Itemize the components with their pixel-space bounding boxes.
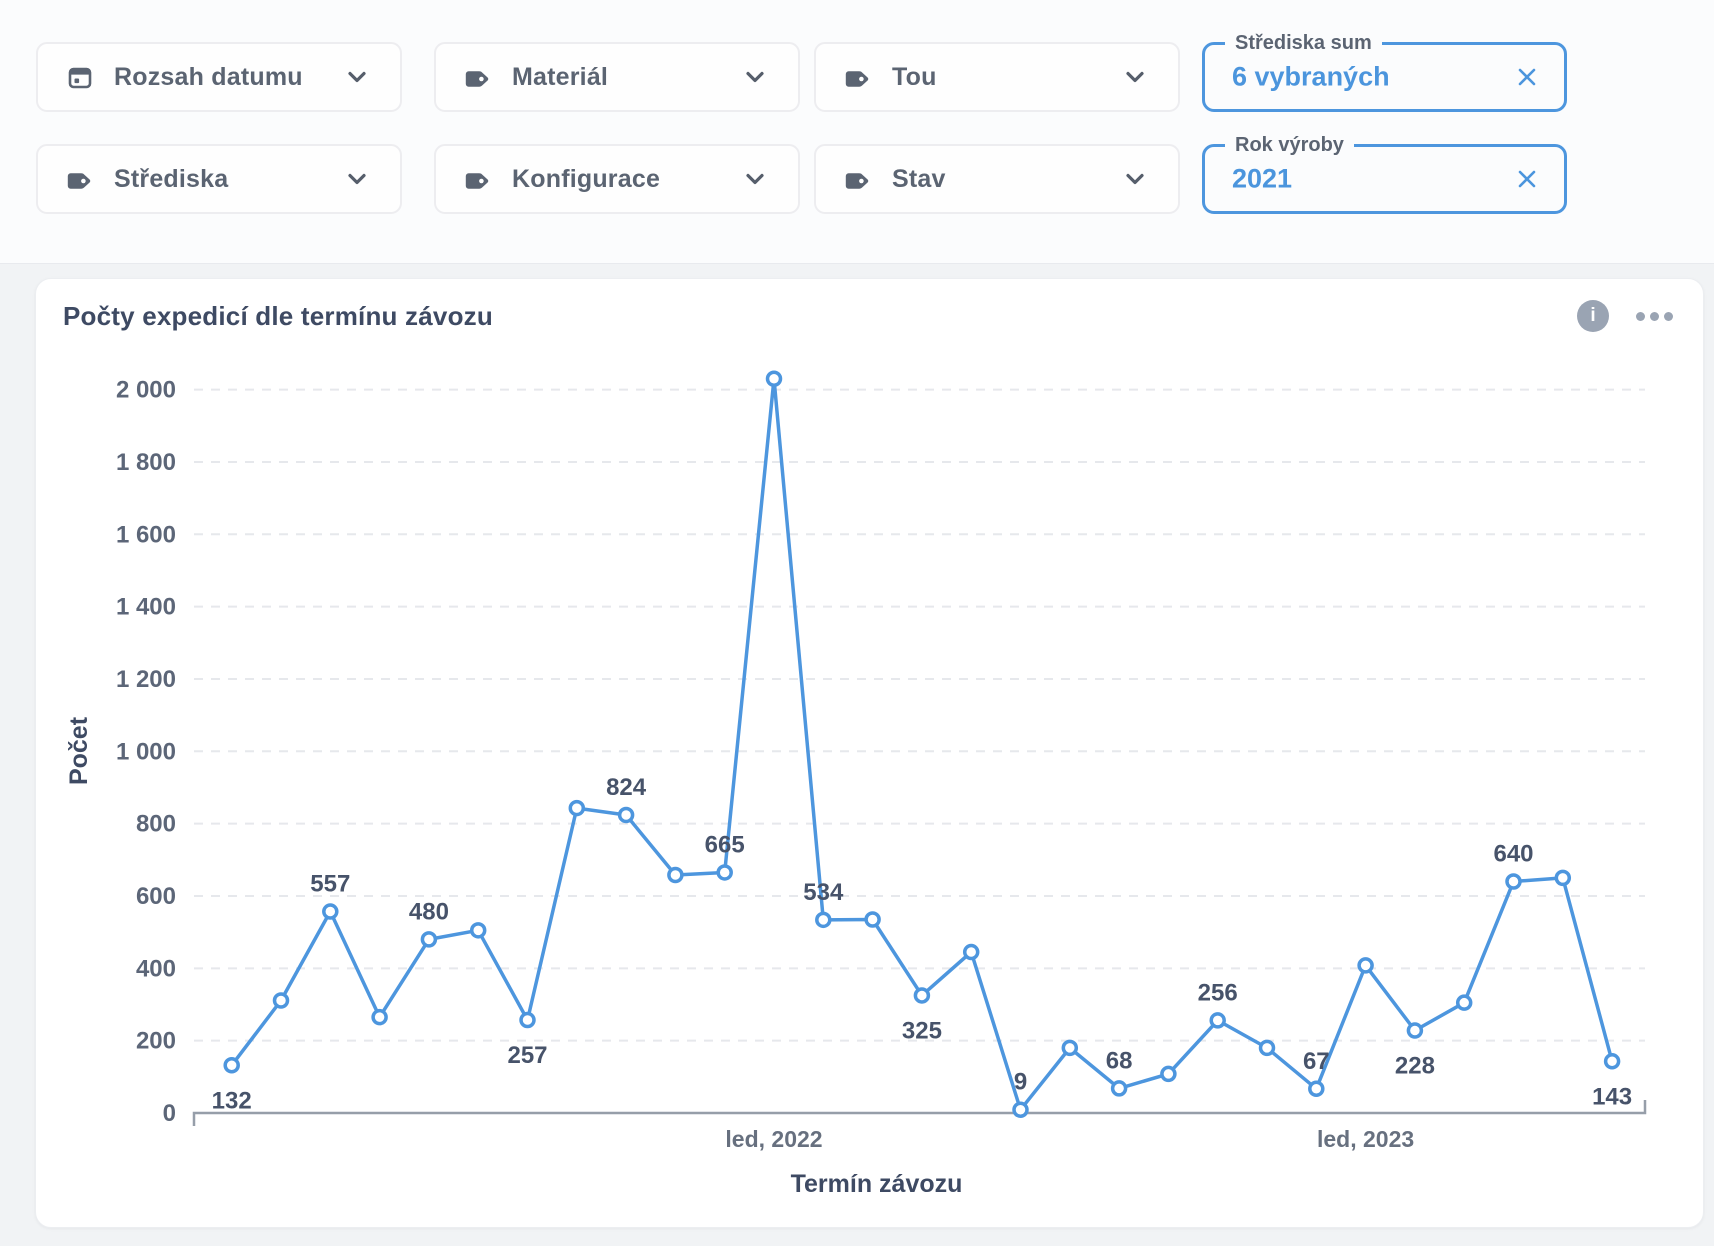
data-point-label: 9	[1014, 1069, 1027, 1096]
active-filter-value: 6 vybraných	[1232, 62, 1390, 93]
x-axis-line	[194, 1100, 1645, 1126]
active-filter-label: Rok výroby	[1225, 132, 1354, 158]
data-point[interactable]	[669, 869, 682, 882]
close-icon[interactable]	[1512, 164, 1542, 194]
data-point[interactable]	[1261, 1041, 1274, 1054]
x-tick-label: led, 2023	[1317, 1126, 1414, 1152]
data-point[interactable]	[324, 905, 337, 918]
y-tick-label: 1 000	[116, 738, 176, 765]
data-point[interactable]	[817, 913, 830, 926]
data-point-label: 665	[705, 831, 745, 858]
y-tick-label: 1 400	[116, 594, 176, 621]
data-point[interactable]	[718, 866, 731, 879]
data-point[interactable]	[570, 802, 583, 815]
chart-card: Počty expedicí dle termínu závozu i 0200…	[35, 278, 1704, 1228]
filter-label: Rozsah datumu	[114, 63, 303, 92]
data-point[interactable]	[422, 933, 435, 946]
filter-dropdown-tou[interactable]: Tou	[814, 42, 1180, 112]
y-axis-title: Počet	[65, 716, 93, 785]
data-point[interactable]	[1014, 1103, 1027, 1116]
filter-label: Stav	[892, 165, 946, 194]
y-tick-label: 1 200	[116, 666, 176, 693]
filter-dropdown-stav[interactable]: Stav	[814, 144, 1180, 214]
filter-dropdown-rozsah-datumu[interactable]: Rozsah datumu	[36, 42, 402, 112]
data-point-label: 325	[902, 1017, 942, 1044]
active-filter-label: Střediska sum	[1225, 30, 1382, 56]
chevron-down-icon	[742, 166, 768, 192]
data-point[interactable]	[1359, 959, 1372, 972]
chevron-down-icon	[344, 64, 370, 90]
data-point[interactable]	[965, 946, 978, 959]
tag-icon	[464, 165, 492, 193]
close-icon[interactable]	[1512, 62, 1542, 92]
data-point[interactable]	[866, 913, 879, 926]
y-tick-label: 0	[163, 1100, 176, 1127]
y-tick-label: 400	[136, 955, 176, 982]
filter-label: Tou	[892, 63, 937, 92]
data-point-label: 824	[606, 774, 647, 801]
active-filter-strediska-sum[interactable]: Střediska sum 6 vybraných	[1202, 42, 1567, 112]
data-point[interactable]	[1556, 871, 1569, 884]
data-point[interactable]	[225, 1059, 238, 1072]
data-point-label: 68	[1106, 1047, 1133, 1074]
data-point[interactable]	[1606, 1055, 1619, 1068]
chevron-down-icon	[1122, 64, 1148, 90]
chevron-down-icon	[344, 166, 370, 192]
data-point-label: 67	[1303, 1048, 1330, 1075]
data-point[interactable]	[1408, 1024, 1421, 1037]
data-point[interactable]	[768, 372, 781, 385]
y-tick-label: 1 600	[116, 521, 176, 548]
active-filter-rok-vyroby[interactable]: Rok výroby 2021	[1202, 144, 1567, 214]
x-tick-label: led, 2022	[725, 1126, 822, 1152]
active-filter-value: 2021	[1232, 164, 1292, 195]
dashboard-page: { "filters": { "dropdowns": [ { "label":…	[0, 0, 1714, 1246]
filter-label: Materiál	[512, 63, 608, 92]
filter-dropdown-material[interactable]: Materiál	[434, 42, 800, 112]
data-point[interactable]	[1113, 1082, 1126, 1095]
data-point[interactable]	[1211, 1014, 1224, 1027]
y-tick-label: 1 800	[116, 449, 176, 476]
data-point[interactable]	[373, 1011, 386, 1024]
filter-dropdown-strediska[interactable]: Střediska	[36, 144, 402, 214]
y-tick-label: 200	[136, 1028, 176, 1055]
data-point-label: 228	[1395, 1053, 1435, 1080]
y-tick-label: 800	[136, 811, 176, 838]
y-tick-label: 2 000	[116, 377, 176, 404]
tag-icon	[844, 165, 872, 193]
data-point[interactable]	[1507, 875, 1520, 888]
data-point-label: 534	[803, 879, 844, 906]
data-point-label: 143	[1592, 1083, 1632, 1110]
data-point[interactable]	[620, 808, 633, 821]
data-point-label: 257	[507, 1042, 547, 1069]
x-axis-title: Termín závozu	[791, 1170, 963, 1198]
data-point[interactable]	[1310, 1082, 1323, 1095]
tag-icon	[66, 165, 94, 193]
data-point-label: 480	[409, 898, 449, 925]
filter-dropdown-konfigurace[interactable]: Konfigurace	[434, 144, 800, 214]
filter-label: Konfigurace	[512, 165, 660, 194]
filter-label: Střediska	[114, 165, 228, 194]
data-point[interactable]	[521, 1014, 534, 1027]
tag-icon	[464, 63, 492, 91]
data-point-label: 132	[212, 1087, 252, 1114]
data-point[interactable]	[1162, 1067, 1175, 1080]
chevron-down-icon	[742, 64, 768, 90]
data-point[interactable]	[275, 994, 288, 1007]
data-point[interactable]	[915, 989, 928, 1002]
data-point-label: 256	[1198, 979, 1238, 1006]
data-point[interactable]	[472, 924, 485, 937]
line-chart: 0 200 400 600 800 1 000 1 200 1 400 1 600 1 800 2 …	[36, 279, 1703, 1227]
data-point-label: 557	[310, 871, 350, 898]
data-point[interactable]	[1063, 1041, 1076, 1054]
data-point[interactable]	[1458, 996, 1471, 1009]
filter-panel: Rozsah datumu Materiál Tou	[0, 0, 1714, 264]
tag-icon	[844, 63, 872, 91]
chevron-down-icon	[1122, 166, 1148, 192]
calendar-icon	[66, 63, 94, 91]
y-tick-label: 600	[136, 883, 176, 910]
data-point-label: 640	[1493, 841, 1533, 868]
